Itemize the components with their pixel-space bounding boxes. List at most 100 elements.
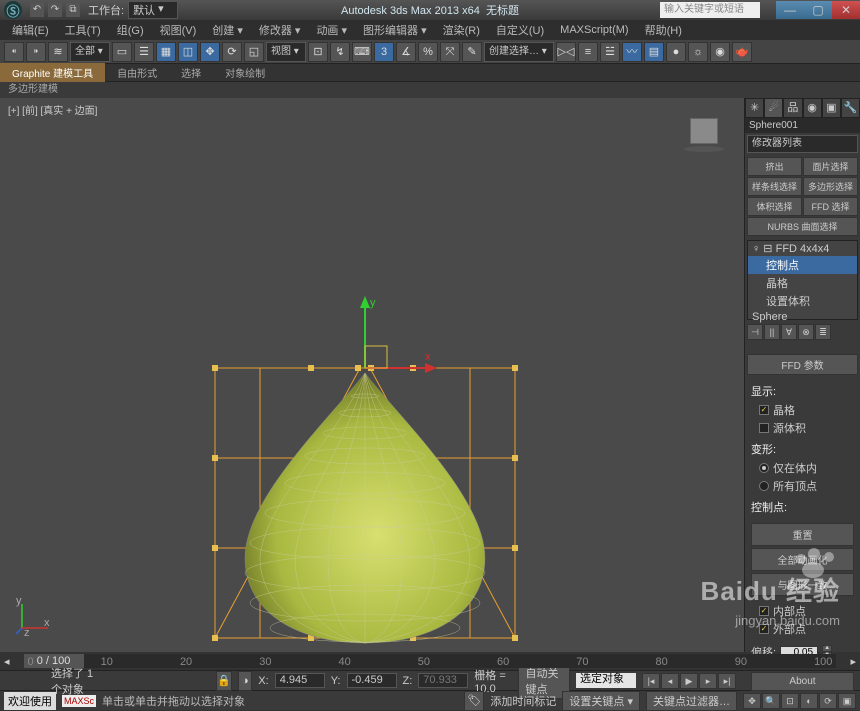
link-icon[interactable]: ⁌ [4,42,24,62]
edit-selset-icon[interactable]: ✎ [462,42,482,62]
manip-icon[interactable]: ↯ [330,42,350,62]
curve-editor-icon[interactable]: 〰 [622,42,642,62]
reset-button[interactable]: 重置 [751,523,854,546]
undo-arrow-icon[interactable]: ↶ [30,3,44,17]
object-name-field[interactable]: Sphere001 [745,118,860,133]
conform-button[interactable]: 与图形一致 [751,573,854,596]
unlink-icon[interactable]: ⁍ [26,42,46,62]
modifier-stack[interactable]: ♀ ⊟ FFD 4x4x4 控制点 晶格 设置体积 Sphere [747,240,858,320]
source-vol-checkbox[interactable]: 源体积 [751,419,854,437]
zoom-icon[interactable]: 🔍 [762,693,780,709]
move-icon[interactable]: ✥ [200,42,220,62]
redo-arrow-icon[interactable]: ↷ [48,3,62,17]
time-tag-icon[interactable]: 🏷 [464,691,484,711]
menu-grapheditors[interactable]: 图形编辑器 ▾ [355,22,435,38]
time-slider[interactable]: ◂ 0 / 100 0102030405060708090100 ▸ [0,652,860,670]
material-icon[interactable]: ● [666,42,686,62]
app-icon[interactable]: Ⓢ [4,1,22,19]
close-button[interactable]: ✕ [832,1,860,19]
zoom-extents-icon[interactable]: ⊡ [781,693,799,709]
ribbon-tab-selection[interactable]: 选择 [169,63,213,82]
all-verts-radio[interactable]: 所有顶点 [751,477,854,495]
menu-animation[interactable]: 动画 ▾ [308,22,355,38]
menu-edit[interactable]: 编辑(E) [4,22,57,38]
snap-toggle-icon[interactable]: 3 [374,42,394,62]
percent-snap-icon[interactable]: % [418,42,438,62]
modify-tab-icon[interactable]: ☄ [764,98,783,118]
menu-view[interactable]: 视图(V) [152,22,205,38]
face-sel-button[interactable]: 面片选择 [803,157,858,176]
configure-icon[interactable]: ≣ [815,324,831,340]
inner-checkbox[interactable]: ✓内部点 [751,602,854,620]
menu-render[interactable]: 渲染(R) [435,22,488,38]
vol-sel-button[interactable]: 体积选择 [747,197,802,216]
lattice-checkbox[interactable]: ✓晶格 [751,401,854,419]
motion-tab-icon[interactable]: ◉ [803,98,822,118]
maximize-button[interactable]: ▢ [804,1,832,19]
poly-sel-button[interactable]: 多边形选择 [803,177,858,196]
selection-set-dropdown[interactable]: 创建选择… ▾ [484,42,554,62]
remove-mod-icon[interactable]: ⊗ [798,324,814,340]
create-tab-icon[interactable]: ✳ [745,98,764,118]
menu-group[interactable]: 组(G) [109,22,152,38]
ffd-sel-button[interactable]: FFD 选择 [803,197,858,216]
utilities-tab-icon[interactable]: 🔧 [841,98,860,118]
select-object-icon[interactable]: ▭ [112,42,132,62]
schematic-icon[interactable]: ▤ [644,42,664,62]
help-search-input[interactable]: 输入关键字或短语 [660,2,760,18]
spinner-snap-icon[interactable]: ⤧ [440,42,460,62]
workspace-dropdown[interactable]: 默认 ▾ [128,1,178,19]
max-viewport-icon[interactable]: ▣ [838,693,856,709]
pivot-icon[interactable]: ⊡ [308,42,328,62]
menu-tools[interactable]: 工具(T) [57,22,109,38]
stack-ffd[interactable]: ♀ ⊟ FFD 4x4x4 [748,241,857,256]
maxscript-listener[interactable]: MAXSc [62,695,96,707]
extrude-button[interactable]: 挤出 [747,157,802,176]
mirror-icon[interactable]: ▷◁ [556,42,576,62]
link-icon[interactable]: ⧉ [66,3,80,17]
add-time-tag[interactable]: 添加时间标记 [490,693,556,709]
viewport[interactable]: [+] [前] [真实 + 边面] [0,98,744,652]
ribbon-tab-freeform[interactable]: 自由形式 [105,63,169,82]
ribbon-tab-paint[interactable]: 对象绘制 [213,63,277,82]
show-result-icon[interactable]: || [764,324,780,340]
window-crossing-icon[interactable]: ◫ [178,42,198,62]
ribbon-tab-graphite[interactable]: Graphite 建模工具 [0,63,105,82]
stack-lattice[interactable]: 晶格 [748,274,857,292]
make-unique-icon[interactable]: ∀ [781,324,797,340]
select-name-icon[interactable]: ☰ [134,42,154,62]
scale-icon[interactable]: ◱ [244,42,264,62]
menu-maxscript[interactable]: MAXScript(M) [552,24,636,36]
menu-modifiers[interactable]: 修改器 ▾ [251,22,309,38]
setkey-button[interactable]: 设置关键点 ▾ [562,691,640,711]
rollout-header[interactable]: FFD 参数 [747,354,858,375]
about-button[interactable]: About [751,672,854,691]
pan-icon[interactable]: ✥ [743,693,761,709]
stack-set-volume[interactable]: 设置体积 [748,292,857,310]
spline-sel-button[interactable]: 样条线选择 [747,177,802,196]
fov-icon[interactable]: ◐ [800,693,818,709]
minimize-button[interactable]: — [776,1,804,19]
animate-all-button[interactable]: 全部动画化 [751,548,854,571]
menu-create[interactable]: 创建 ▾ [204,22,251,38]
pin-stack-icon[interactable]: ⊣ [747,324,763,340]
viewport-label[interactable]: [+] [前] [真实 + 边面] [8,102,97,117]
angle-snap-icon[interactable]: ∡ [396,42,416,62]
in-volume-radio[interactable]: 仅在体内 [751,459,854,477]
modifier-list-dropdown[interactable]: 修改器列表 [747,135,858,153]
bind-icon[interactable]: ≋ [48,42,68,62]
nurbs-sel-button[interactable]: NURBS 曲面选择 [747,217,858,236]
menu-customize[interactable]: 自定义(U) [488,22,552,38]
spinner-up-icon[interactable]: ▲ [822,645,832,652]
orbit-icon[interactable]: ⟳ [819,693,837,709]
ref-coord-dropdown[interactable]: 视图 ▾ [266,42,306,62]
keyboard-icon[interactable]: ⌨ [352,42,372,62]
stack-control-points[interactable]: 控制点 [748,256,857,274]
rotate-icon[interactable]: ⟳ [222,42,242,62]
goto-end-icon[interactable]: ▸| [718,673,736,689]
render-icon[interactable]: 🫖 [732,42,752,62]
hierarchy-tab-icon[interactable]: 品 [783,98,802,118]
render-frame-icon[interactable]: ◉ [710,42,730,62]
render-setup-icon[interactable]: ☼ [688,42,708,62]
outer-checkbox[interactable]: ✓外部点 [751,620,854,638]
